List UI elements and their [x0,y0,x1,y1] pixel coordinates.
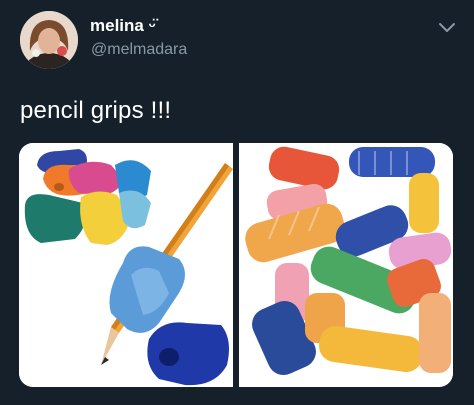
media-image-2[interactable] [239,143,453,387]
tweet-card[interactable]: melina ᵕ̈ @melmadara pencil grips !!! [0,0,474,405]
media-image-1[interactable] [19,143,233,387]
tweet-text: pencil grips !!! [20,97,172,124]
display-name[interactable]: melina ᵕ̈ [90,16,156,36]
chevron-down-icon[interactable] [438,22,456,34]
media-grid [19,143,453,387]
avatar[interactable] [20,11,78,69]
user-handle[interactable]: @melmadara [91,41,187,59]
